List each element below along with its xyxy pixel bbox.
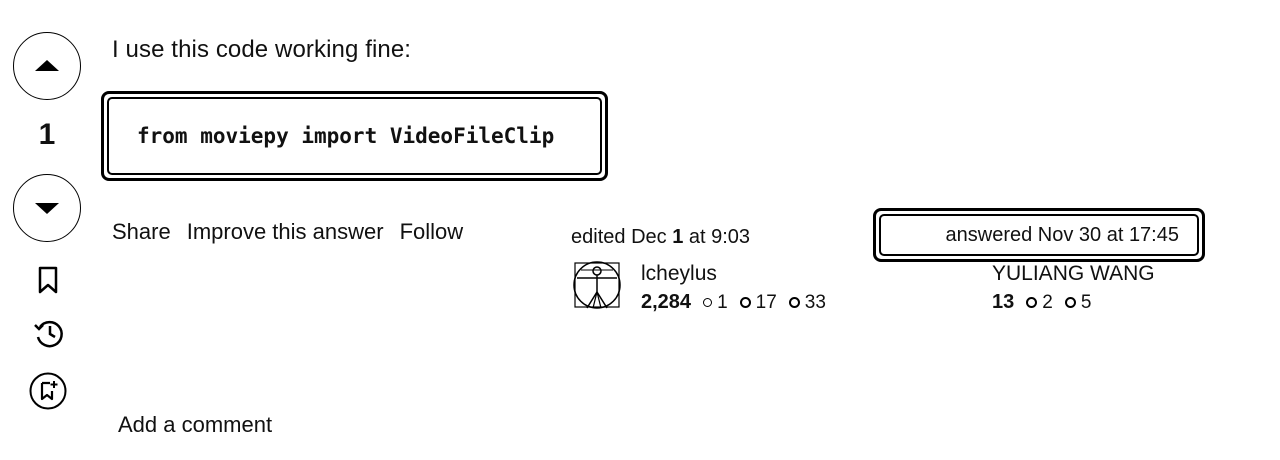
downvote-button[interactable] (13, 174, 81, 242)
silver-badge-icon (1026, 297, 1038, 308)
silver-badge-icon (739, 297, 751, 308)
arrow-down-icon (35, 203, 59, 214)
edited-label: edited (571, 226, 626, 248)
answer-text: I use this code working fine: (112, 36, 412, 63)
bronze-badge-count: 33 (804, 291, 826, 313)
gold-badge-count: 1 (717, 291, 728, 313)
gold-badge-icon (703, 298, 713, 307)
bronze-badge-icon (788, 297, 800, 308)
edited-info: edited Dec 1 at 9:03 (571, 226, 750, 249)
bronze-badge-icon (1064, 297, 1076, 308)
silver-badge-count: 2 (1042, 291, 1053, 313)
post-menu: Share Improve this answer Follow (112, 219, 479, 245)
editor-name[interactable]: lcheylus (641, 262, 717, 286)
vote-count: 1 (38, 118, 56, 151)
follow-link[interactable]: Follow (400, 219, 464, 244)
share-link[interactable]: Share (112, 219, 171, 244)
editor-gold-badge: 1 (703, 292, 728, 314)
editor-stats: 2,284 1 17 33 (641, 291, 826, 314)
history-icon (34, 320, 63, 348)
author-silver-badge: 2 (1026, 292, 1053, 314)
arrow-up-icon (35, 60, 59, 71)
edited-day: 1 (672, 226, 684, 248)
community-button[interactable] (28, 371, 68, 411)
bronze-badge-count: 5 (1080, 291, 1092, 313)
author-bronze-badge: 5 (1064, 291, 1092, 314)
edited-time: at 9:03 (688, 226, 751, 248)
bookmark-plus-icon (29, 372, 67, 410)
bookmark-button[interactable] (33, 264, 63, 296)
upvote-button[interactable] (13, 32, 81, 100)
edited-month: Dec (631, 226, 667, 248)
author-name[interactable]: YULIANG WANG (992, 262, 1155, 286)
vitruvian-avatar-icon (573, 261, 621, 309)
answered-date: answered Nov 30 at 17:45 (879, 214, 1199, 256)
add-comment-link[interactable]: Add a comment (118, 412, 272, 438)
answered-info: answered Nov 30 at 17:45 (873, 208, 1205, 262)
editor-reputation: 2,284 (641, 291, 692, 313)
code-block: from moviepy import VideoFileClip (101, 91, 608, 181)
bookmark-icon (38, 266, 58, 294)
code-line: from moviepy import VideoFileClip (107, 97, 602, 175)
silver-badge-count: 17 (755, 291, 777, 313)
editor-avatar[interactable] (571, 258, 623, 312)
editor-bronze-badge: 33 (788, 291, 826, 314)
improve-answer-link[interactable]: Improve this answer (187, 219, 384, 244)
editor-silver-badge: 17 (739, 291, 777, 314)
author-stats: 13 2 5 (992, 291, 1091, 314)
author-reputation: 13 (992, 291, 1015, 313)
timeline-button[interactable] (30, 316, 66, 350)
